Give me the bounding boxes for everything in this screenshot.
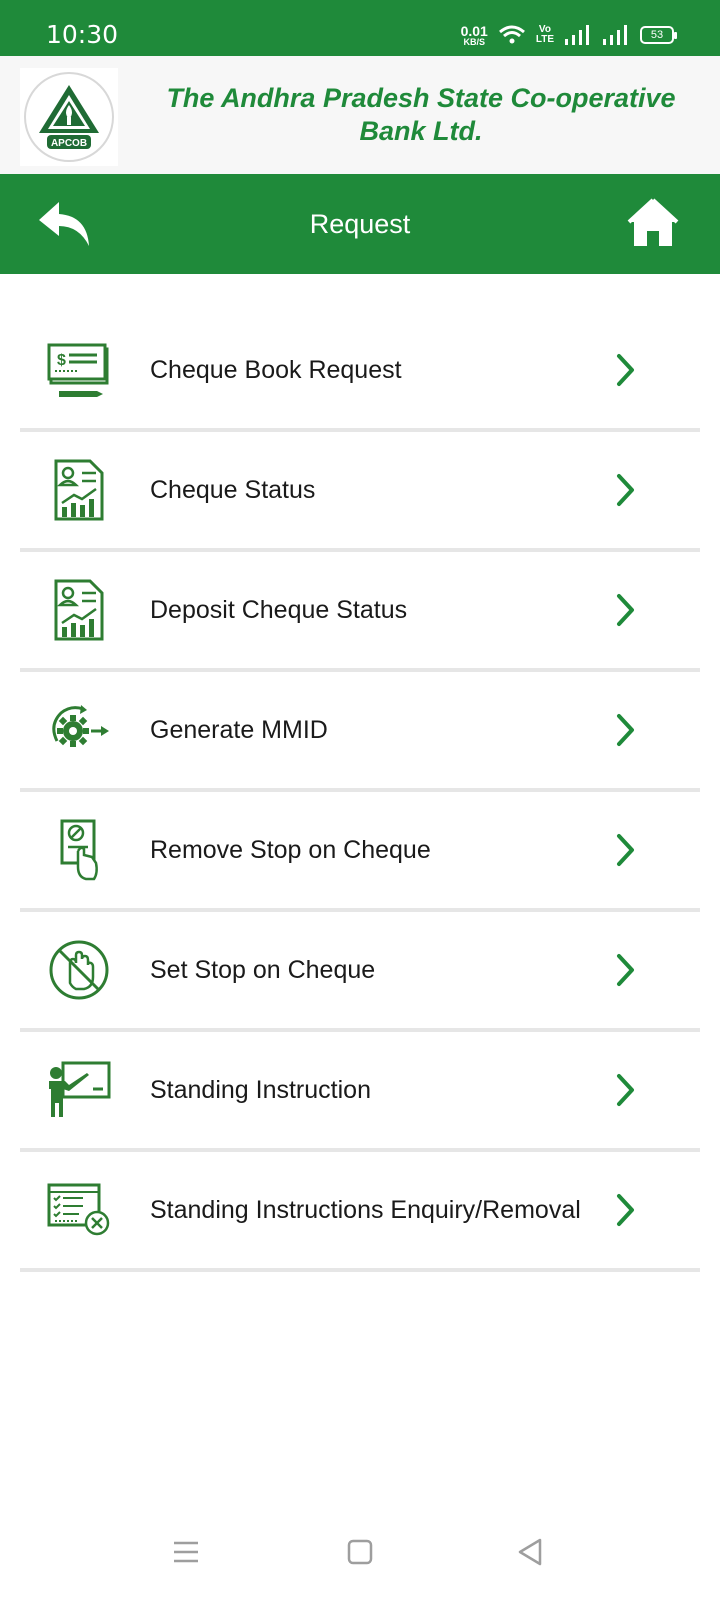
- menu-item-label: Standing Instructions Enquiry/Removal: [150, 1195, 581, 1224]
- request-menu: $ Cheque Book Request Cheque Status Depo…: [20, 312, 700, 1272]
- square-icon: [347, 1539, 373, 1565]
- status-time: 10:30: [46, 20, 119, 49]
- chevron-right-icon: [612, 350, 640, 390]
- bank-logo: APCOB: [20, 68, 118, 166]
- system-nav-bar: [0, 1506, 720, 1600]
- menu-item-label: Cheque Book Request: [150, 355, 402, 384]
- menu-lines-icon: [174, 1541, 198, 1563]
- gear-arrow-icon: [46, 697, 112, 763]
- chevron-right-icon: [612, 590, 640, 630]
- network-speed-value: 0.01: [460, 22, 488, 39]
- report-chart-icon: [46, 577, 112, 643]
- menu-item-set-stop-on-cheque[interactable]: Set Stop on Cheque: [20, 912, 700, 1032]
- battery-icon: 53: [640, 26, 677, 44]
- svg-text:$: $: [57, 352, 66, 369]
- recent-apps-button[interactable]: [164, 1530, 208, 1574]
- volte-icon: Vo LTE: [536, 25, 554, 45]
- menu-item-label: Remove Stop on Cheque: [150, 835, 431, 864]
- chevron-right-icon: [612, 950, 640, 990]
- menu-item-generate-mmid[interactable]: Generate MMID: [20, 672, 700, 792]
- chevron-right-icon: [612, 1070, 640, 1110]
- menu-item-label: Generate MMID: [150, 715, 328, 744]
- cheque-book-icon: $: [46, 337, 112, 403]
- menu-item-label: Cheque Status: [150, 475, 316, 504]
- menu-item-cheque-status[interactable]: Cheque Status: [20, 432, 700, 552]
- menu-item-remove-stop-on-cheque[interactable]: Remove Stop on Cheque: [20, 792, 700, 912]
- menu-item-standing-instructions-enquiry-removal[interactable]: Standing Instructions Enquiry/Removal: [20, 1152, 700, 1272]
- chevron-right-icon: [612, 470, 640, 510]
- network-speed-unit: KB/S: [463, 36, 485, 47]
- menu-item-label: Deposit Cheque Status: [150, 595, 408, 624]
- page-title: Request: [309, 209, 411, 239]
- chevron-right-icon: [612, 830, 640, 870]
- document-hand-icon: [46, 817, 112, 883]
- wifi-icon: [498, 25, 525, 44]
- chevron-right-icon: [612, 1190, 640, 1230]
- back-nav-button[interactable]: [508, 1530, 552, 1574]
- bank-name: The Andhra Pradesh State Co-operative Ba…: [166, 83, 676, 146]
- title-bar: Request: [0, 174, 720, 274]
- menu-item-standing-instruction[interactable]: Standing Instruction: [20, 1032, 700, 1152]
- svg-text:APCOB: APCOB: [51, 138, 87, 149]
- signal-icon-2: [603, 25, 627, 45]
- menu-item-label: Set Stop on Cheque: [150, 955, 376, 984]
- home-nav-button[interactable]: [338, 1530, 382, 1574]
- signal-icon-1: [565, 25, 589, 45]
- menu-item-cheque-book-request[interactable]: $ Cheque Book Request: [20, 312, 700, 432]
- menu-item-label: Standing Instruction: [150, 1075, 371, 1104]
- apcob-logo-icon: APCOB: [24, 72, 114, 162]
- chevron-right-icon: [612, 710, 640, 750]
- volte-bottom: LTE: [535, 34, 554, 45]
- home-button[interactable]: [624, 194, 682, 252]
- report-chart-icon: [46, 457, 112, 523]
- back-arrow-icon: [39, 202, 89, 246]
- bank-header: APCOB The Andhra Pradesh State Co-operat…: [0, 56, 720, 174]
- stop-hand-icon: [46, 937, 112, 1003]
- network-speed: 0.01 KB/S: [461, 24, 488, 47]
- menu-item-deposit-cheque-status[interactable]: Deposit Cheque Status: [20, 552, 700, 672]
- back-button[interactable]: [34, 196, 96, 252]
- checklist-remove-icon: [46, 1177, 112, 1243]
- home-icon: [627, 198, 679, 246]
- teacher-board-icon: [46, 1057, 112, 1123]
- status-bar: 10:30 0.01 KB/S Vo LTE 53: [0, 0, 720, 56]
- triangle-back-icon: [518, 1538, 542, 1566]
- status-icons: 0.01 KB/S Vo LTE 53: [461, 20, 677, 50]
